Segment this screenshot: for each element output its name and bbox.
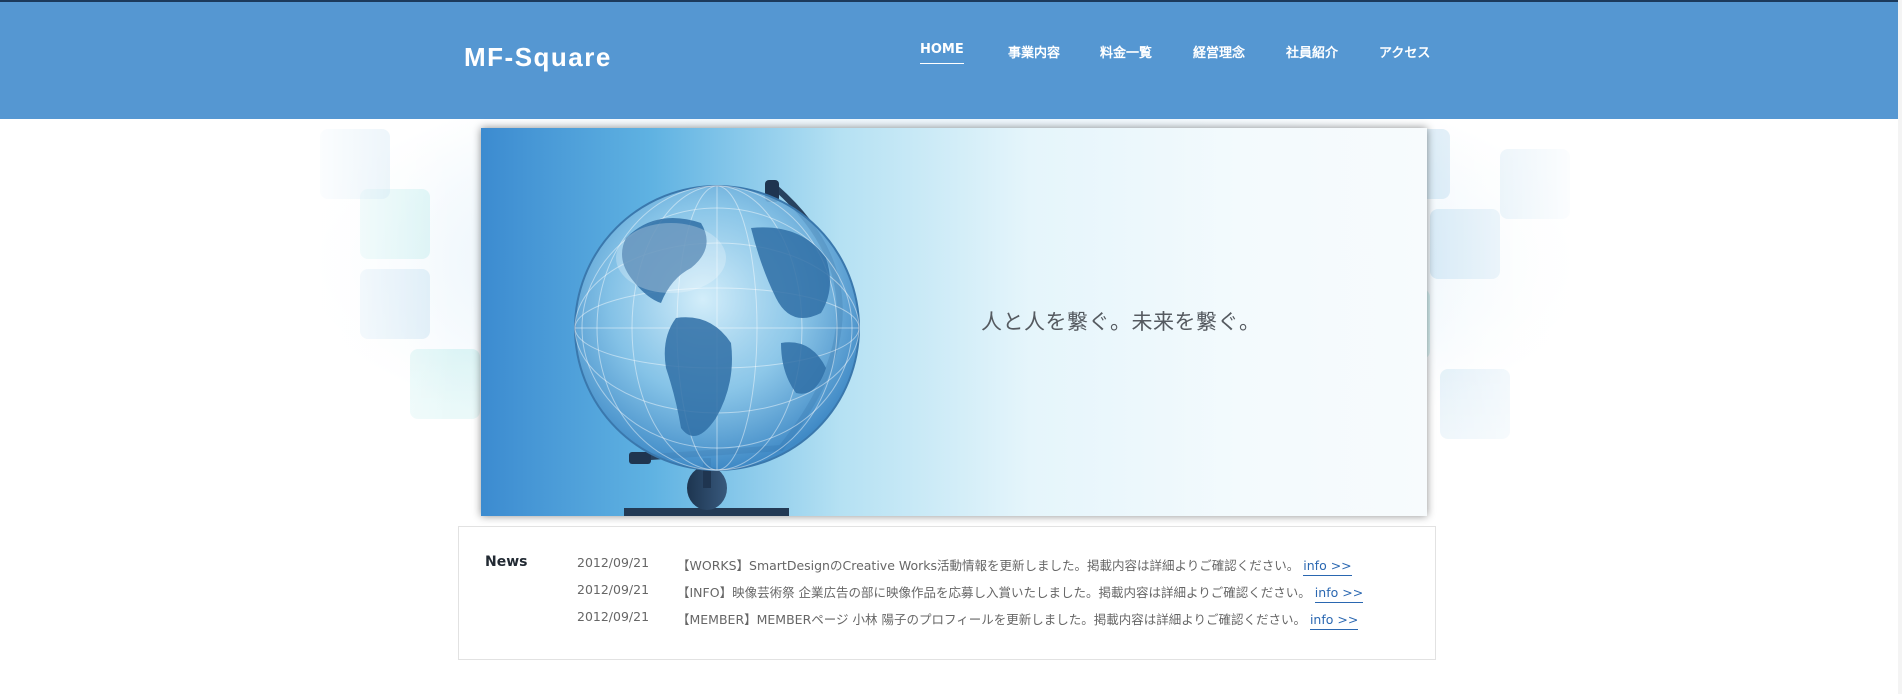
page: MF-Square HOME 事業内容 料金一覧 経営理念 社員紹介 アクセス <box>0 0 1902 694</box>
news-date: 2012/09/21 <box>577 609 650 624</box>
scrollbar-edge <box>1898 0 1902 694</box>
hero-tagline: 人と人を繋ぐ。未来を繋ぐ。 <box>981 310 1261 334</box>
globe-image <box>574 180 860 516</box>
nav-philosophy[interactable]: 経営理念 <box>1193 42 1245 67</box>
news-title: News <box>485 554 528 570</box>
news-text: 【INFO】映像芸術祭 企業広告の部に映像作品を応募し入賞いたしました。掲載内容… <box>677 585 1311 600</box>
site-header: MF-Square HOME 事業内容 料金一覧 経営理念 社員紹介 アクセス <box>0 0 1898 119</box>
news-date: 2012/09/21 <box>577 582 650 597</box>
news-info-link[interactable]: info >> <box>1309 612 1359 630</box>
news-text: 【WORKS】SmartDesignのCreative Works活動情報を更新… <box>677 558 1300 573</box>
nav-pricing[interactable]: 料金一覧 <box>1100 42 1152 67</box>
nav-access[interactable]: アクセス <box>1379 42 1430 67</box>
news-text-wrap: 【INFO】映像芸術祭 企業広告の部に映像作品を応募し入賞いたしました。掲載内容… <box>677 582 1364 603</box>
news-info-link[interactable]: info >> <box>1303 558 1352 576</box>
news-panel: News 2012/09/21 【WORKS】SmartDesignのCreat… <box>458 526 1436 660</box>
news-info-link[interactable]: info >> <box>1314 585 1364 603</box>
news-text-wrap: 【MEMBER】MEMBERページ 小林 陽子のプロフィールを更新しました。掲載… <box>677 609 1359 630</box>
news-date: 2012/09/21 <box>577 555 650 570</box>
hero-banner: 人と人を繋ぐ。未来を繋ぐ。 <box>481 128 1427 516</box>
site-logo[interactable]: MF-Square <box>464 42 612 73</box>
nav-business[interactable]: 事業内容 <box>1008 42 1060 67</box>
nav-staff[interactable]: 社員紹介 <box>1286 42 1338 67</box>
news-text: 【MEMBER】MEMBERページ 小林 陽子のプロフィールを更新しました。掲載… <box>677 612 1306 627</box>
nav-home[interactable]: HOME <box>920 42 964 64</box>
news-text-wrap: 【WORKS】SmartDesignのCreative Works活動情報を更新… <box>677 555 1352 576</box>
